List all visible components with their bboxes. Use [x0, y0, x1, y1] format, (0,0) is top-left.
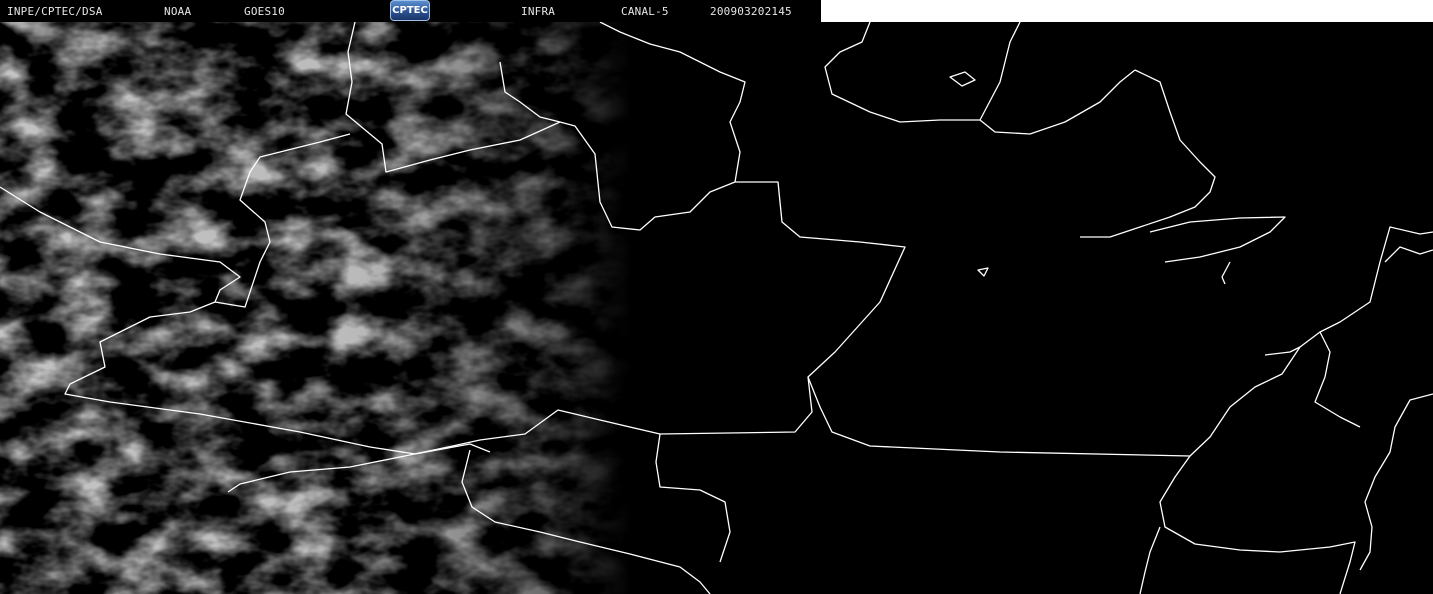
cloud-layer	[0, 22, 1433, 594]
blank-strip	[821, 0, 1433, 22]
satellite-map	[0, 22, 1433, 594]
header-bar: INPE/CPTEC/DSA NOAA GOES10 CPTEC INFRA C…	[0, 0, 821, 22]
cptec-logo: CPTEC	[390, 0, 430, 21]
timestamp-label: 200903202145	[710, 5, 792, 18]
channel-label: CANAL-5	[621, 5, 669, 18]
satellite-label: GOES10	[244, 5, 285, 18]
logo-text: CPTEC	[392, 5, 428, 16]
org-label: NOAA	[164, 5, 192, 18]
band-label: INFRA	[521, 5, 556, 18]
agency-label: INPE/CPTEC/DSA	[7, 5, 103, 18]
